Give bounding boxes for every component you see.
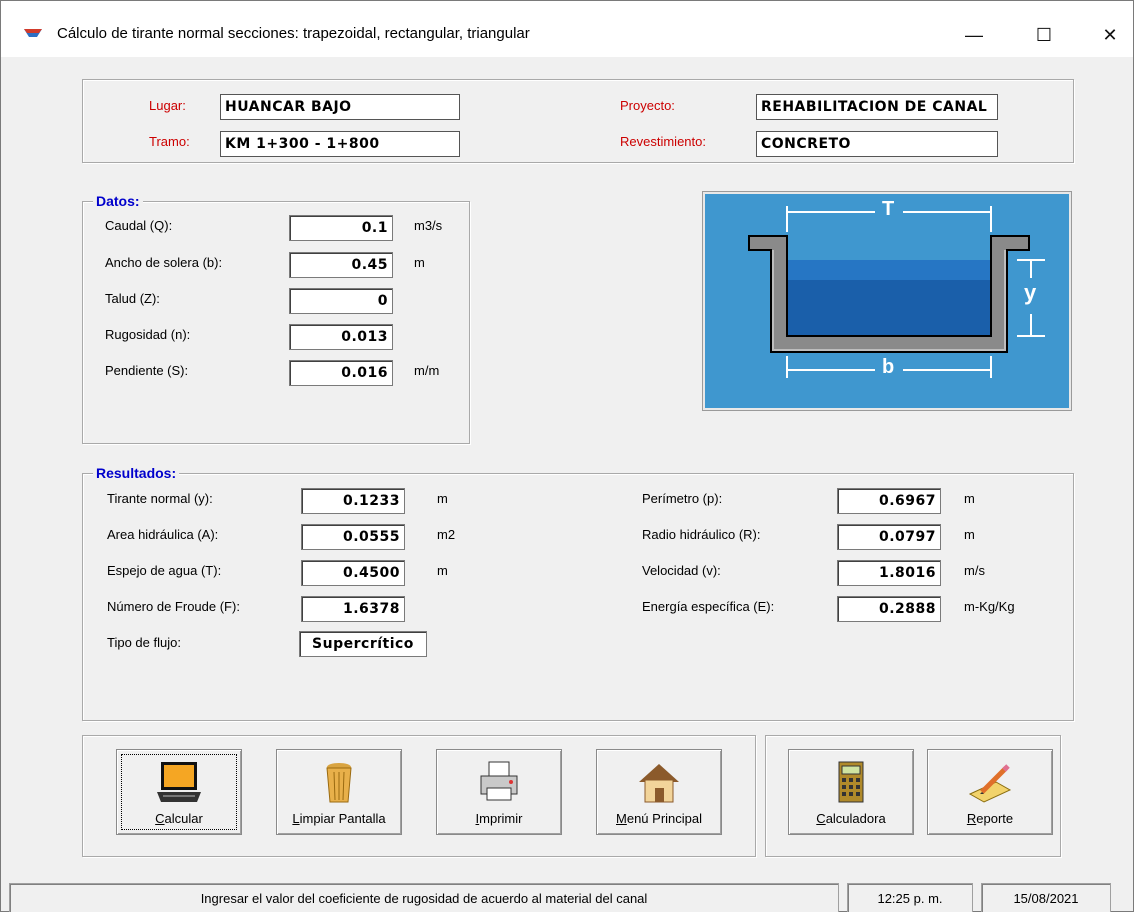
proyecto-label: Proyecto: [620, 98, 675, 113]
espejo-agua-unit: m [437, 563, 448, 578]
home-icon [639, 764, 679, 803]
perimetro-unit: m [964, 491, 975, 506]
diagram-y-label: y [1024, 280, 1037, 305]
velocidad-unit: m/s [964, 563, 985, 578]
tipo-flujo-label: Tipo de flujo: [107, 635, 181, 650]
espejo-agua-label: Espejo de agua (T): [107, 563, 222, 578]
froude-output: 1.6378 [301, 596, 405, 622]
close-button[interactable]: ✕ [1087, 15, 1133, 55]
trash-bin-icon [326, 763, 352, 803]
resultados-legend: Resultados: [93, 465, 180, 481]
energia-especifica-label: Energía específica (E): [642, 599, 775, 614]
calcular-label: alcular [164, 811, 203, 826]
calculadora-label: alculadora [825, 811, 886, 826]
maximize-icon: ☐ [1035, 24, 1053, 45]
canal-section-diagram: T b y [702, 191, 1072, 411]
calculadora-accel: C [816, 811, 826, 826]
radio-hidraulico-unit: m [964, 527, 975, 542]
radio-hidraulico-output: 0.0797 [837, 524, 941, 550]
tramo-field[interactable]: KM 1+300 - 1+800 [220, 131, 460, 157]
energia-especifica-unit: m-Kg/Kg [964, 599, 1015, 614]
calcular-button[interactable]: Calcular [116, 749, 242, 835]
revestimiento-field[interactable]: CONCRETO [756, 131, 998, 157]
calcular-accel: C [155, 811, 165, 826]
menu-label: enú Principal [626, 811, 702, 826]
form-client-area: Lugar: HUANCAR BAJO Tramo: KM 1+300 - 1+… [1, 57, 1133, 912]
limpiar-pantalla-button[interactable]: Limpiar Pantalla [276, 749, 402, 835]
minimize-icon: — [965, 24, 983, 45]
imprimir-button[interactable]: Imprimir [436, 749, 562, 835]
imprimir-label: mprimir [479, 811, 523, 826]
laptop-icon [157, 762, 201, 802]
maximize-button[interactable]: ☐ [1021, 15, 1067, 55]
revestimiento-label: Revestimiento: [620, 134, 706, 149]
diagram-T-label: T [882, 198, 895, 220]
title-bar[interactable]: Cálculo de tirante normal secciones: tra… [1, 1, 1133, 57]
status-message: Ingresar el valor del coeficiente de rug… [9, 883, 839, 912]
caudal-label: Caudal (Q): [105, 218, 173, 233]
energia-especifica-output: 0.2888 [837, 596, 941, 622]
limpiar-accel: L [292, 811, 300, 826]
ancho-solera-unit: m [414, 255, 425, 270]
datos-group: Datos: Caudal (Q): 0.1 m3/s Ancho de sol… [82, 193, 470, 444]
status-time: 12:25 p. m. [847, 883, 973, 912]
area-hidraulica-unit: m2 [437, 527, 456, 542]
perimetro-output: 0.6967 [837, 488, 941, 514]
minimize-button[interactable]: — [951, 15, 997, 55]
diagram-b-label: b [882, 356, 895, 378]
reporte-label: eporte [976, 811, 1014, 826]
close-icon: ✕ [1102, 24, 1118, 45]
area-hidraulica-output: 0.0555 [301, 524, 405, 550]
pendiente-label: Pendiente (S): [105, 363, 189, 378]
tipo-flujo-output: Supercrítico [299, 631, 427, 657]
perimetro-label: Perímetro (p): [642, 491, 723, 506]
reporte-accel: R [966, 811, 977, 826]
resultados-group: Resultados: Tirante normal (y): 0.1233 m… [82, 465, 1074, 721]
pendiente-input[interactable]: 0.016 [289, 360, 393, 386]
velocidad-output: 1.8016 [837, 560, 941, 586]
talud-label: Talud (Z): [105, 291, 160, 306]
ancho-solera-label: Ancho de solera (b): [105, 255, 223, 270]
tirante-normal-output: 0.1233 [301, 488, 405, 514]
header-group: Lugar: HUANCAR BAJO Tramo: KM 1+300 - 1+… [82, 79, 1074, 163]
caudal-input[interactable]: 0.1 [289, 215, 393, 241]
window-title: Cálculo de tirante normal secciones: tra… [57, 25, 530, 42]
rugosidad-label: Rugosidad (n): [105, 327, 191, 342]
status-date: 15/08/2021 [981, 883, 1111, 912]
tirante-normal-label: Tirante normal (y): [107, 491, 213, 506]
rugosidad-input[interactable]: 0.013 [289, 324, 393, 350]
limpiar-label: impiar Pantalla [299, 811, 386, 826]
velocidad-label: Velocidad (v): [642, 563, 721, 578]
ancho-solera-input[interactable]: 0.45 [289, 252, 393, 278]
calculadora-button[interactable]: Calculadora [788, 749, 914, 835]
report-pencil-icon [968, 764, 1012, 803]
datos-legend: Datos: [93, 193, 143, 209]
area-hidraulica-label: Area hidráulica (A): [107, 527, 219, 542]
tramo-label: Tramo: [149, 134, 190, 149]
lugar-field[interactable]: HUANCAR BAJO [220, 94, 460, 120]
lugar-label: Lugar: [149, 98, 186, 113]
reporte-button[interactable]: Reporte [927, 749, 1053, 835]
printer-icon [480, 761, 518, 801]
radio-hidraulico-label: Radio hidráulico (R): [642, 527, 761, 542]
menu-principal-button[interactable]: Menú Principal [596, 749, 722, 835]
calculator-icon [838, 761, 864, 803]
app-window: Cálculo de tirante normal secciones: tra… [0, 0, 1134, 912]
pendiente-unit: m/m [414, 363, 440, 378]
espejo-agua-output: 0.4500 [301, 560, 405, 586]
caudal-unit: m3/s [414, 218, 443, 233]
tirante-normal-unit: m [437, 491, 448, 506]
proyecto-field[interactable]: REHABILITACION DE CANAL [756, 94, 998, 120]
app-icon [24, 29, 42, 37]
menu-accel: M [616, 811, 627, 826]
froude-label: Número de Froude (F): [107, 599, 240, 614]
talud-input[interactable]: 0 [289, 288, 393, 314]
